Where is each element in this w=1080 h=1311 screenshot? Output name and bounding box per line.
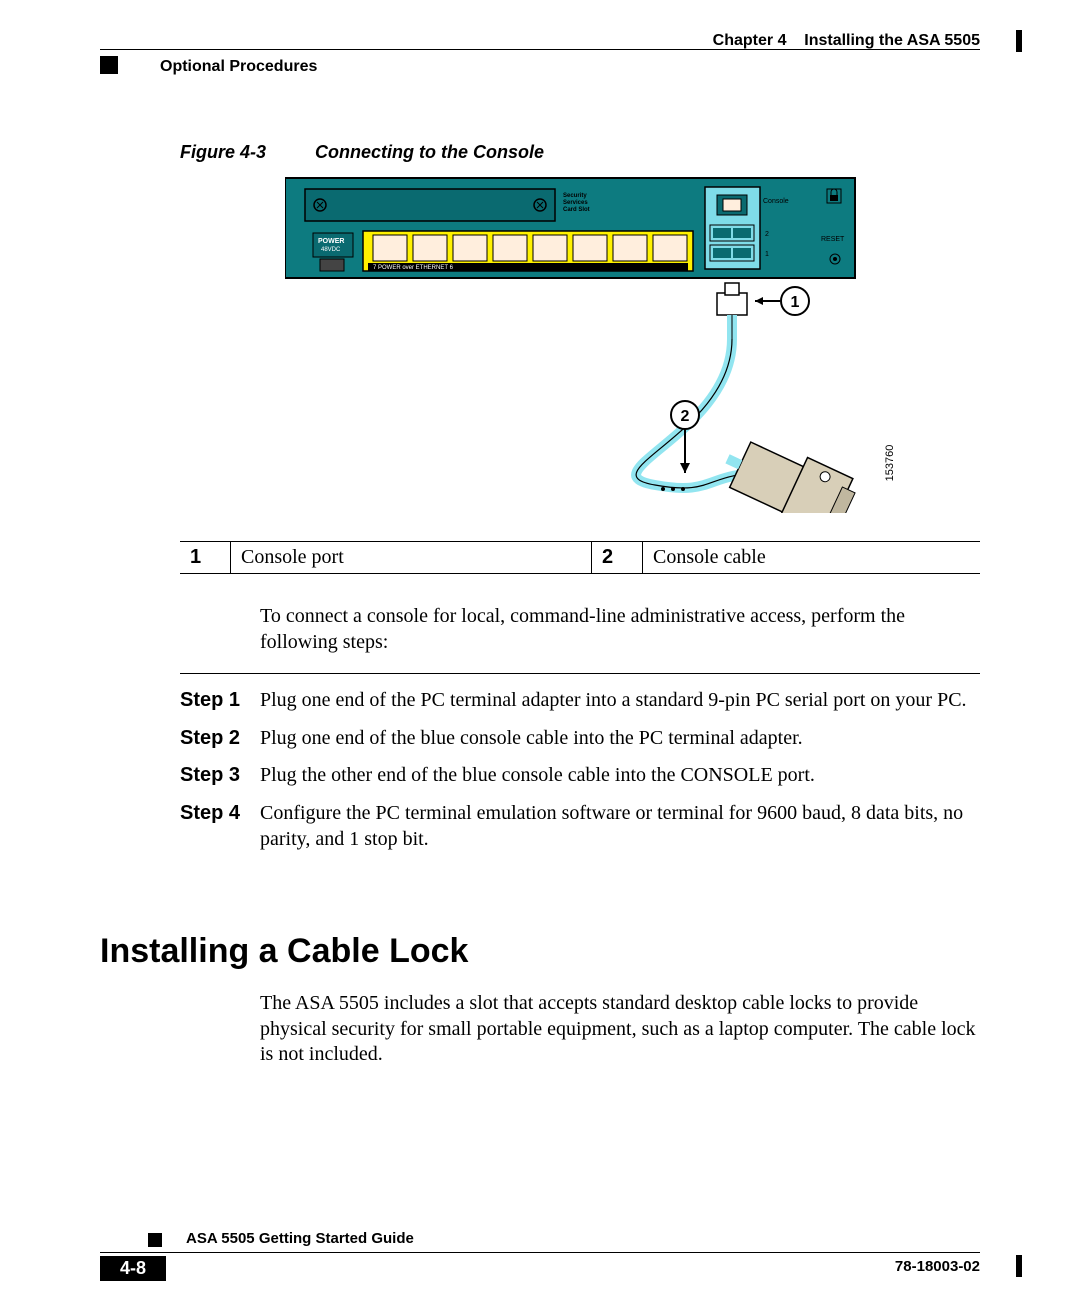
svg-text:Card Slot: Card Slot	[563, 207, 590, 213]
figure-title: Connecting to the Console	[315, 142, 544, 162]
guide-title: ASA 5505 Getting Started Guide	[186, 1230, 414, 1247]
chapter-title: Chapter 4 Installing the ASA 5505	[713, 32, 980, 50]
step-label: Step 3	[180, 763, 260, 789]
svg-text:1: 1	[765, 251, 769, 258]
figure-graphic: Security Services Card Slot POWER 48VDC …	[285, 173, 895, 513]
step-label: Step 2	[180, 726, 260, 752]
step-row: Step 1 Plug one end of the PC terminal a…	[180, 688, 980, 714]
svg-text:2: 2	[765, 231, 769, 238]
doc-number: 78-18003-02	[895, 1258, 980, 1275]
legend-num-2: 2	[592, 542, 643, 574]
step-text: Plug the other end of the blue console c…	[260, 763, 980, 789]
svg-text:Security: Security	[563, 193, 587, 199]
figure-caption: Figure 4-3 Connecting to the Console	[180, 142, 980, 163]
section-heading: Installing a Cable Lock	[100, 932, 980, 971]
svg-text:POWER: POWER	[318, 238, 344, 245]
chapter-name: Installing the ASA 5505	[804, 32, 980, 49]
step-label: Step 4	[180, 801, 260, 852]
step-row: Step 4 Configure the PC terminal emulati…	[180, 801, 980, 852]
content: Figure 4-3 Connecting to the Console Sec…	[100, 142, 980, 1068]
svg-text:Services: Services	[563, 200, 588, 206]
running-header: Chapter 4 Installing the ASA 5505 Option…	[100, 32, 980, 72]
step-text: Plug one end of the PC terminal adapter …	[260, 688, 980, 714]
footer-rule	[100, 1252, 980, 1253]
footer-right-bar	[1016, 1255, 1022, 1277]
figure-number: Figure 4-3	[180, 142, 310, 163]
steps-list: Step 1 Plug one end of the PC terminal a…	[180, 688, 980, 852]
intro-paragraph: To connect a console for local, command-…	[260, 604, 980, 655]
svg-text:7 POWER over ETHERNET 6: 7 POWER over ETHERNET 6	[373, 265, 454, 271]
header-left-block	[100, 56, 118, 74]
step-row: Step 3 Plug the other end of the blue co…	[180, 763, 980, 789]
section-name: Optional Procedures	[160, 58, 317, 76]
svg-text:1: 1	[791, 294, 800, 311]
svg-text:RESET: RESET	[821, 236, 845, 243]
step-row: Step 2 Plug one end of the blue console …	[180, 726, 980, 752]
legend-text-2: Console cable	[643, 542, 981, 574]
step-text: Configure the PC terminal emulation soft…	[260, 801, 980, 852]
section-body: The ASA 5505 includes a slot that accept…	[260, 991, 980, 1068]
svg-text:48VDC: 48VDC	[321, 247, 341, 253]
legend-num-1: 1	[180, 542, 231, 574]
page-number: 4-8	[100, 1256, 166, 1281]
legend-text-1: Console port	[231, 542, 592, 574]
step-label: Step 1	[180, 688, 260, 714]
footer-square-icon	[148, 1233, 162, 1247]
page: Chapter 4 Installing the ASA 5505 Option…	[0, 0, 1080, 1311]
step-rule	[180, 673, 980, 674]
table-row: 1 Console port 2 Console cable	[180, 542, 980, 574]
step-text: Plug one end of the blue console cable i…	[260, 726, 980, 752]
figure-legend-table: 1 Console port 2 Console cable	[180, 541, 980, 574]
chapter-label: Chapter 4	[713, 32, 787, 49]
svg-text:Console: Console	[763, 198, 789, 205]
header-right-bar	[1016, 30, 1022, 52]
svg-text:153760: 153760	[884, 445, 895, 482]
svg-text:2: 2	[681, 408, 690, 425]
